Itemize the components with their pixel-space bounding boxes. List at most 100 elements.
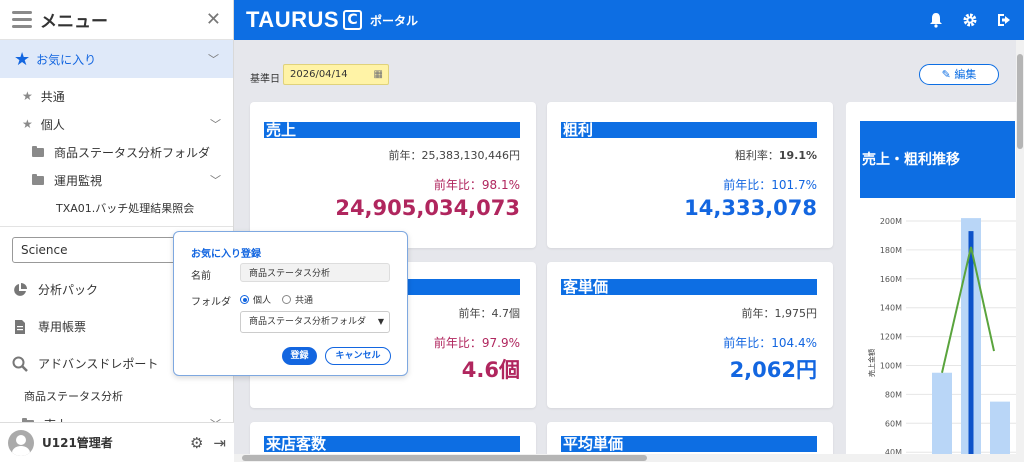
chevron-down-icon[interactable]: ﹀ (210, 116, 221, 132)
gross-profit-bar[interactable] (968, 231, 974, 460)
card-value: 14,333,078 (684, 196, 817, 220)
name-label: 名前 (191, 271, 211, 282)
folder-icon (32, 145, 44, 157)
vertical-scroll-thumb[interactable] (1017, 54, 1023, 149)
favorite-name-input[interactable] (240, 263, 390, 282)
tree-item-label: 運用監視 (54, 173, 103, 188)
cancel-button[interactable]: キャンセル (325, 347, 391, 365)
card-value: 2,062円 (729, 358, 817, 382)
menu-item-label: 専用帳票 (38, 320, 87, 334)
radio-label: 共通 (295, 296, 314, 306)
pie-chart-icon (14, 282, 27, 296)
card-ratio: 前年比：101.7% (723, 178, 817, 192)
tree-item-label: 個人 (40, 117, 65, 132)
trend-chart: 売上金額 200M180M160M140M120M100M80M60M40M (867, 217, 1016, 460)
chevron-down-icon[interactable]: ﹀ (208, 51, 219, 67)
folder-icon (32, 173, 44, 185)
card-ratio: 前年比：97.9% (433, 336, 520, 350)
sidebar-item-favorites[interactable]: ★ お気に入り ﹀ (0, 40, 233, 78)
card-title: 平均単価 (561, 436, 817, 453)
card-title: 売上 (264, 122, 520, 139)
topbar-icons (928, 12, 1012, 28)
date-input[interactable]: 2026/04/14 ▦ (283, 64, 389, 85)
card-ratio: 前年比：104.4% (723, 336, 817, 350)
tree-item-batch-result[interactable]: TXA01.バッチ処理結果照会 (0, 194, 233, 222)
horizontal-scrollbar[interactable] (234, 454, 1024, 462)
sales-bar[interactable] (932, 372, 952, 460)
card-prev: 前年：25,383,130,446円 (388, 149, 520, 162)
folder-select[interactable]: 商品ステータス分析フォルダ ▼ (240, 311, 390, 333)
topbar: TAURUS C ポータル (234, 0, 1024, 40)
chevron-down-icon[interactable]: ﹀ (210, 172, 221, 188)
star-icon: ★ (22, 89, 33, 103)
menu-item-label: 分析パック (38, 283, 99, 297)
y-tick-label: 100M (880, 362, 902, 371)
logout-icon[interactable] (996, 12, 1012, 28)
tree-item-label: 商品ステータス分析フォルダ (54, 145, 211, 160)
card-title: 粗利 (561, 122, 817, 139)
card-prev: 粗利率：19.1% (735, 147, 817, 163)
logo: TAURUS (246, 7, 340, 32)
sales-bar[interactable] (990, 401, 1010, 460)
radio-personal[interactable]: 個人 (240, 293, 271, 306)
y-tick-label: 60M (885, 419, 902, 428)
menu-sub-item[interactable]: 商品ステータス分析 (0, 382, 233, 410)
pencil-icon: ✎ (941, 68, 955, 81)
prev-label: 粗利率： (734, 149, 779, 162)
star-icon: ★ (22, 117, 33, 131)
menu-item-label: アドバンスドレポート (38, 357, 159, 371)
radio-common[interactable]: 共通 (282, 293, 313, 306)
gear-icon[interactable]: ⚙ (190, 434, 203, 452)
date-label: 基準日 (250, 74, 280, 85)
y-tick-label: 120M (880, 333, 902, 342)
card-unit-price: 客単価 前年：1,975円 前年比：104.4% 2,062円 (547, 262, 833, 408)
folder-label: フォルダ (191, 297, 231, 308)
edit-button[interactable]: ✎ 編集 (919, 64, 999, 85)
y-tick-label: 140M (880, 304, 902, 313)
logout-icon[interactable]: ⇥ (213, 434, 226, 452)
bell-icon[interactable] (928, 12, 944, 28)
radio-label: 個人 (253, 296, 272, 306)
chart-card: 売上・粗利推移 売上金額 200M 180M 160M 140M 120M 100M 80M… (846, 102, 1021, 462)
logo-mark: C (343, 10, 363, 30)
y-axis-label: 売上金額 (867, 349, 876, 377)
date-value: 2026/04/14 (290, 69, 348, 80)
vertical-scrollbar[interactable] (1016, 40, 1024, 454)
sidebar-title: メニュー (40, 12, 108, 32)
tree-item-product-status-folder[interactable]: 商品ステータス分析フォルダ (0, 138, 233, 166)
register-button[interactable]: 登録 (282, 347, 317, 365)
card-title: 客単価 (561, 279, 817, 296)
card-value: 4.6個 (461, 358, 520, 382)
edit-label: 編集 (954, 68, 977, 81)
star-icon: ★ (14, 48, 31, 70)
tree-item-common[interactable]: ★ 共通 (0, 82, 233, 110)
folder-select-value: 商品ステータス分析フォルダ (249, 317, 367, 327)
hamburger-icon[interactable] (12, 11, 32, 28)
y-tick-label: 80M (885, 390, 902, 399)
y-tick-label: 160M (880, 275, 902, 284)
favorite-register-popup: お気に入り登録 名前 フォルダ 個人 共通 商品ステータス分析フォルダ ▼ 登録… (173, 231, 408, 376)
horizontal-scroll-thumb[interactable] (242, 455, 647, 461)
card-value: 24,905,034,073 (335, 196, 520, 220)
card-title: 来店客数 (264, 436, 520, 453)
card-prev: 前年：1,975円 (741, 307, 818, 320)
document-icon (15, 319, 25, 334)
radio-dot[interactable] (240, 295, 249, 304)
chevron-down-icon: ▼ (377, 317, 384, 326)
y-tick-label: 180M (880, 246, 902, 255)
tree-item-label: TXA01.バッチ処理結果照会 (56, 202, 195, 215)
chart-title: 売上・粗利推移 (860, 121, 1015, 198)
gear-icon[interactable] (962, 12, 978, 28)
close-icon[interactable]: ✕ (206, 9, 221, 30)
tree-item-personal[interactable]: ★ 個人 ﹀ (0, 110, 233, 138)
card-prev: 前年：4.7個 (458, 307, 521, 320)
card-sales: 売上 前年：25,383,130,446円 前年比：98.1% 24,905,0… (250, 102, 536, 248)
y-tick-label: 200M (880, 217, 902, 226)
calendar-icon[interactable]: ▦ (374, 65, 383, 84)
tree-item-ops-monitor[interactable]: 運用監視 ﹀ (0, 166, 233, 194)
card-ratio: 前年比：98.1% (433, 178, 520, 192)
user-name: U121管理者 (42, 436, 113, 450)
tree-item-label: 共通 (40, 89, 65, 104)
radio-dot[interactable] (282, 295, 291, 304)
avatar (8, 429, 34, 456)
